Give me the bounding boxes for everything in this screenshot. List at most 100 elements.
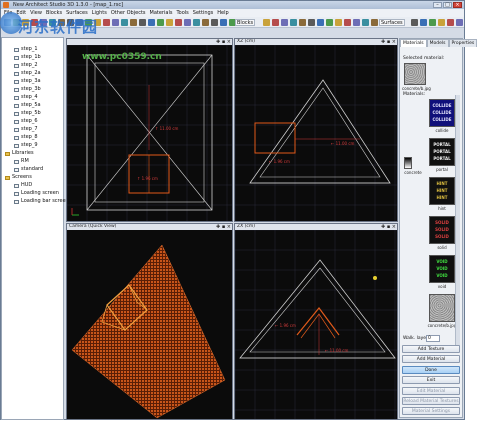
menu-materials[interactable]: Materials: [150, 9, 173, 17]
tree-item[interactable]: step_5b: [14, 110, 41, 117]
toolbar-tool-icon[interactable]: [121, 19, 128, 26]
add-material-button[interactable]: Add Material: [402, 355, 460, 363]
close-button[interactable]: ×: [453, 2, 462, 8]
toolbar-tool-icon[interactable]: [112, 19, 119, 26]
texture-label: concrete: [404, 170, 422, 175]
tree-item[interactable]: step_6: [14, 118, 38, 125]
toolbar-tool-icon[interactable]: [103, 19, 110, 26]
material-swatch-collide[interactable]: COLLIDE COLLIDE COLLIDE: [429, 99, 455, 127]
object-tree[interactable]: step_1 step_1b step_2 step_2a step_3a step_3b…: [1, 37, 69, 420]
toolbar-tool-icon[interactable]: [456, 19, 463, 26]
tree-item[interactable]: RM: [14, 158, 29, 165]
toolbar-tool-icon[interactable]: [335, 19, 342, 26]
tree-item[interactable]: step_8: [14, 134, 38, 141]
toolbar-tool-icon[interactable]: [139, 19, 146, 26]
tree-item[interactable]: step_7: [14, 126, 38, 133]
top-view-canvas[interactable]: ↑ 11.00 cm ↑ 1.96 cm: [67, 45, 232, 221]
toolbar-tool-icon[interactable]: [308, 19, 315, 26]
toolbar-tool-icon[interactable]: [157, 19, 164, 26]
toolbar-tool-icon[interactable]: [317, 19, 324, 26]
material-swatch-portal[interactable]: PORTAL PORTAL PORTAL: [429, 138, 455, 166]
selected-material-swatch[interactable]: [404, 63, 426, 85]
viewport-camera[interactable]: Camera (Quick View) ✚ ▪ ×: [66, 223, 233, 420]
toolbar-tool-icon[interactable]: [220, 19, 227, 26]
toolbar-tool-icon[interactable]: [447, 19, 454, 26]
toolbar-tool-icon[interactable]: [429, 19, 436, 26]
side-view-canvas[interactable]: ← 11.00 cm ← 1.96 cm: [235, 230, 397, 419]
add-texture-button[interactable]: Add Texture: [402, 345, 460, 353]
tree-item[interactable]: Libraries: [5, 150, 34, 157]
toolbar-tool-icon[interactable]: [371, 19, 378, 26]
done-button[interactable]: Done: [402, 366, 460, 374]
tree-item[interactable]: standard: [14, 166, 43, 173]
toolbar-tool-icon[interactable]: [175, 19, 182, 26]
menu-settings[interactable]: Settings: [193, 9, 214, 17]
reload-textures-button[interactable]: Reload Material Textures: [402, 397, 460, 405]
toolbar-tool-icon[interactable]: [211, 19, 218, 26]
tree-item-label: HUD: [21, 182, 33, 188]
tree-item[interactable]: step_5a: [14, 102, 41, 109]
toolbar-tool-icon[interactable]: [272, 19, 279, 26]
viewport-side[interactable]: ZX (cm) ✚ ▪ × ← 11.00 cm ← 1.96 cm: [234, 223, 398, 420]
tab-models[interactable]: Models: [426, 39, 449, 47]
toolbar-tool-icon[interactable]: [362, 19, 369, 26]
camera-view-canvas[interactable]: [67, 230, 232, 419]
materials-scrollbar[interactable]: [455, 95, 460, 349]
viewport-top[interactable]: ✚ ▪ × ↑ 11.00 cm ↑ 1.96 cm: [66, 38, 233, 222]
tab-materials[interactable]: Materials: [400, 39, 427, 47]
blocks-toolbar-label[interactable]: Blocks: [235, 19, 256, 26]
tree-item-label: RM: [21, 158, 29, 164]
tree-item[interactable]: step_1b: [14, 54, 41, 61]
toolbar-tool-icon[interactable]: [353, 19, 360, 26]
toolbar-tool-icon[interactable]: [420, 19, 427, 26]
material-swatch-hint[interactable]: HINT HINT HINT: [429, 177, 455, 205]
toolbar-tool-icon[interactable]: [184, 19, 191, 26]
measure-label: ← 11.00 cm: [331, 141, 355, 146]
tree-item[interactable]: step_2a: [14, 70, 41, 77]
exit-button[interactable]: Exit: [402, 376, 460, 384]
menu-help[interactable]: Help: [217, 9, 228, 17]
toolbar-tool-icon[interactable]: [411, 19, 418, 26]
toolbar-tool-icon[interactable]: [148, 19, 155, 26]
tree-item-label: step_7: [21, 126, 38, 132]
tree-item[interactable]: step_9: [14, 142, 38, 149]
maximize-button[interactable]: □: [443, 2, 452, 8]
tree-item[interactable]: step_1: [14, 46, 38, 53]
toolbar-tool-icon[interactable]: [130, 19, 137, 26]
minimize-button[interactable]: –: [433, 2, 442, 8]
toolbar-tool-icon[interactable]: [326, 19, 333, 26]
tree-item[interactable]: step_3b: [14, 86, 41, 93]
toolbar-tool-icon[interactable]: [193, 19, 200, 26]
tree-item[interactable]: HUD: [14, 182, 32, 189]
surfaces-toolbar-label[interactable]: Surfaces: [379, 19, 405, 26]
material-settings-button[interactable]: Material Settings: [402, 407, 460, 415]
front-view-canvas[interactable]: ← 11.00 cm ← 1.96 cm: [235, 45, 397, 221]
material-swatch-text: PORTAL: [433, 149, 451, 154]
tree-item[interactable]: step_3a: [14, 78, 41, 85]
menu-tools[interactable]: Tools: [176, 9, 188, 17]
toolbar-tool-icon[interactable]: [166, 19, 173, 26]
tab-properties[interactable]: Properties: [448, 39, 478, 47]
toolbar-tool-icon[interactable]: [344, 19, 351, 26]
material-swatch-concrete[interactable]: [429, 294, 455, 322]
toolbar-tool-icon[interactable]: [281, 19, 288, 26]
tree-item[interactable]: step_4: [14, 94, 38, 101]
toolbar-tool-icon[interactable]: [438, 19, 445, 26]
tree-item[interactable]: Screens: [5, 174, 32, 181]
toolbar-tool-icon[interactable]: [299, 19, 306, 26]
walk-layer-field[interactable]: 0: [426, 335, 440, 342]
viewport-front[interactable]: XZ (cm) ✚ ▪ × ← 11.00 cm ← 1.96 cm: [234, 38, 398, 222]
toolbar-tool-icon[interactable]: [202, 19, 209, 26]
edit-material-button[interactable]: Edit Material: [402, 387, 460, 395]
tree-item[interactable]: step_2: [14, 62, 38, 69]
tree-item[interactable]: Loading screen: [14, 190, 59, 197]
file-icon: [14, 199, 19, 204]
material-swatch-solid[interactable]: SOLID SOLID SOLID: [429, 216, 455, 244]
toolbar-tool-icon[interactable]: [290, 19, 297, 26]
menu-other-objects[interactable]: Other Objects: [111, 9, 146, 17]
toolbar-tool-icon[interactable]: [263, 19, 270, 26]
folder-icon: [5, 151, 10, 156]
material-swatch-void[interactable]: VOID VOID VOID: [429, 255, 455, 283]
tree-item[interactable]: Loading bar screen: [14, 198, 69, 205]
material-name: void: [437, 284, 447, 289]
